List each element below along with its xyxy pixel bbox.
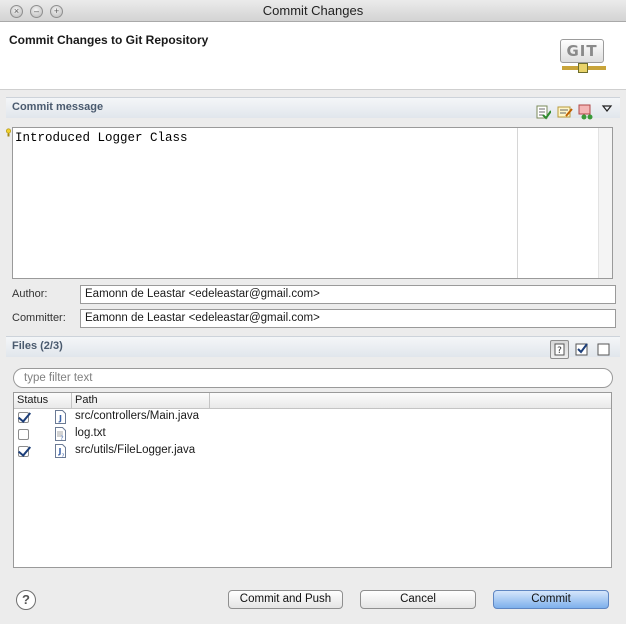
show-untracked-button[interactable]: ? — [550, 340, 569, 359]
content-assist-icon — [6, 128, 11, 137]
committer-field[interactable]: Eamonn de Leastar <edeleastar@gmail.com> — [80, 309, 616, 328]
files-section-header: Files (2/3) — [6, 336, 620, 357]
file-checkbox[interactable] — [18, 412, 29, 423]
files-table-header: Status Path — [14, 393, 611, 409]
java-file-icon: J — [55, 410, 66, 424]
commit-message-section-title: Commit message — [12, 101, 104, 113]
svg-text:?: ? — [60, 435, 63, 441]
svg-text:J: J — [58, 414, 62, 423]
files-table: Status Path J src/controllers/Main.java … — [13, 392, 612, 568]
table-row[interactable]: J src/controllers/Main.java — [14, 409, 611, 426]
help-button[interactable]: ? — [16, 590, 36, 610]
commit-message-scrollbar[interactable] — [598, 128, 612, 278]
dialog-header: Commit Changes to Git Repository GIT — [0, 22, 626, 90]
commit-message-text[interactable]: Introduced Logger Class — [15, 131, 188, 145]
file-path: src/utils/FileLogger.java — [75, 444, 196, 456]
committer-label: Committer: — [12, 312, 66, 324]
commit-message-section-header: Commit message — [6, 97, 620, 118]
change-id-icon[interactable] — [578, 104, 594, 120]
spell-check-icon[interactable] — [535, 104, 551, 120]
table-row[interactable]: ? log.txt — [14, 426, 611, 443]
svg-text:?: ? — [557, 346, 562, 356]
dropdown-arrow-icon[interactable] — [601, 101, 613, 117]
files-section-title: Files (2/3) — [12, 340, 63, 352]
cancel-button[interactable]: Cancel — [360, 590, 476, 609]
file-path: log.txt — [75, 427, 106, 439]
commit-button[interactable]: Commit — [493, 590, 609, 609]
text-file-icon: ? — [55, 427, 66, 441]
author-field[interactable]: Eamonn de Leastar <edeleastar@gmail.com> — [80, 285, 616, 304]
column-status[interactable]: Status — [17, 394, 48, 406]
java-file-icon: J ? — [55, 444, 66, 458]
message-margin-ruler — [517, 128, 518, 278]
deselect-all-icon — [597, 343, 610, 356]
select-all-icon — [575, 343, 588, 356]
table-row[interactable]: J ? src/utils/FileLogger.java — [14, 443, 611, 460]
git-logo-text: GIT — [560, 39, 604, 63]
git-logo: GIT — [560, 36, 606, 74]
file-checkbox[interactable] — [18, 446, 29, 457]
show-untracked-icon: ? — [554, 343, 565, 356]
window-title: Commit Changes — [262, 3, 364, 18]
column-path[interactable]: Path — [75, 394, 98, 406]
commit-message-input[interactable]: Introduced Logger Class — [12, 127, 613, 279]
signed-off-icon[interactable] — [557, 104, 573, 120]
select-all-button[interactable] — [573, 340, 592, 359]
author-label: Author: — [12, 288, 48, 300]
title-bar: × – + Commit Changes — [0, 0, 626, 22]
file-path: src/controllers/Main.java — [75, 410, 199, 422]
commit-and-push-button[interactable]: Commit and Push — [228, 590, 343, 609]
dialog-title: Commit Changes to Git Repository — [9, 33, 209, 47]
file-checkbox[interactable] — [18, 429, 29, 440]
deselect-all-button[interactable] — [595, 340, 614, 359]
svg-text:?: ? — [62, 454, 65, 459]
file-filter-input[interactable]: type filter text — [13, 368, 613, 388]
